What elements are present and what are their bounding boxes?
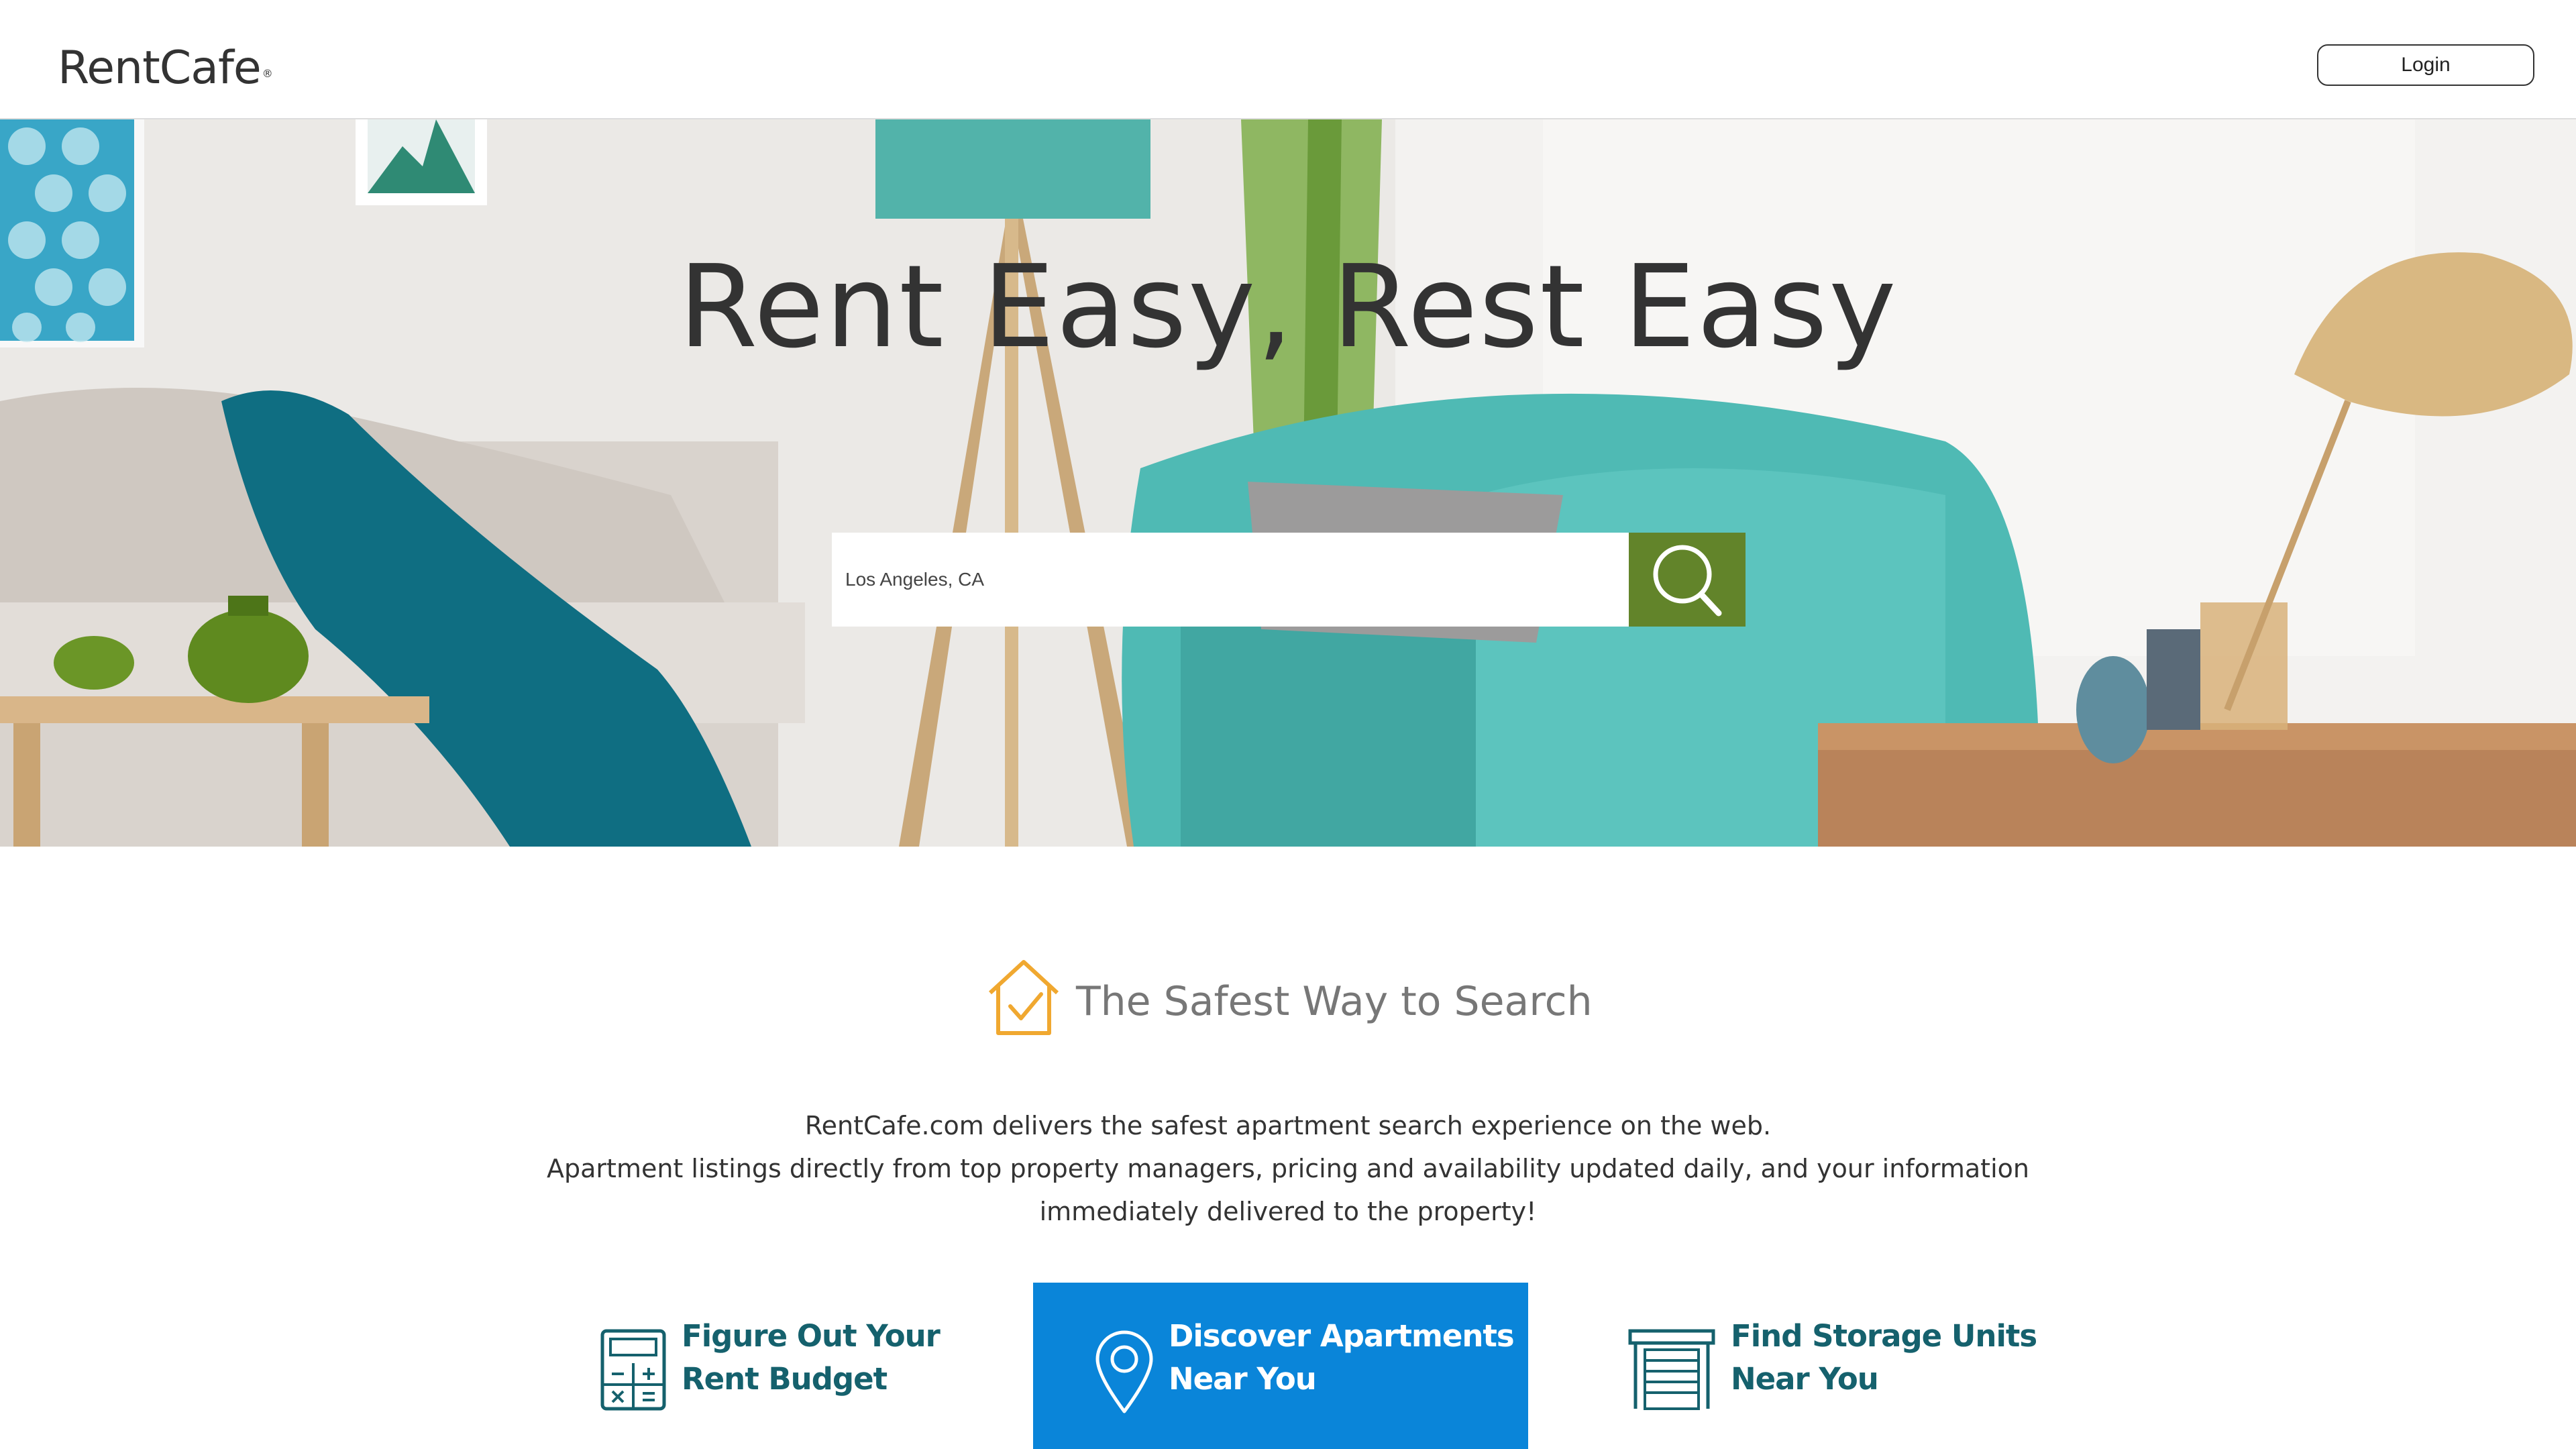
rent-budget-link[interactable]: Figure Out Your Rent Budget xyxy=(577,1283,979,1449)
description-line-3: immediately delivered to the property! xyxy=(1039,1197,1537,1226)
search-button[interactable] xyxy=(1629,533,1746,627)
location-search-input[interactable]: Los Angeles, CA xyxy=(845,533,984,627)
storage-units-label: Find Storage Units Near You xyxy=(1731,1315,2037,1401)
rentcafe-logo[interactable]: RentCafe ® xyxy=(58,42,273,95)
search-icon xyxy=(1653,545,1722,616)
description-line-2: Apartment listings directly from top pro… xyxy=(547,1154,2029,1183)
storage-unit-icon xyxy=(1628,1329,1715,1410)
safest-way-title: The Safest Way to Search xyxy=(1076,978,1593,1025)
house-check-icon xyxy=(988,960,1059,1035)
location-search-field[interactable]: Los Angeles, CA xyxy=(832,533,1629,627)
logo-text: RentCafe xyxy=(58,42,262,95)
logo-registered-mark: ® xyxy=(262,67,273,80)
rent-budget-line-1: Figure Out Your xyxy=(682,1318,941,1354)
safest-way-description: RentCafe.com delivers the safest apartme… xyxy=(510,1104,2066,1233)
rent-budget-label: Figure Out Your Rent Budget xyxy=(682,1315,941,1401)
calculator-icon xyxy=(600,1329,666,1411)
safest-way-heading: The Safest Way to Search xyxy=(0,953,2576,1046)
living-room-background-image xyxy=(0,119,2576,847)
site-header: RentCafe ® Login xyxy=(0,0,2576,119)
description-line-1: RentCafe.com delivers the safest apartme… xyxy=(804,1111,1772,1140)
discover-apartments-label: Discover Apartments Near You xyxy=(1169,1315,1515,1401)
hero-title: Rent Easy, Rest Easy xyxy=(678,241,1898,374)
discover-apartments-line-1: Discover Apartments xyxy=(1169,1318,1515,1354)
login-button[interactable]: Login xyxy=(2317,44,2534,86)
storage-units-line-2: Near You xyxy=(1731,1361,1879,1397)
hero-banner: Rent Easy, Rest Easy Los Angeles, CA xyxy=(0,119,2576,847)
discover-apartments-line-2: Near You xyxy=(1169,1361,1317,1397)
rent-budget-line-2: Rent Budget xyxy=(682,1361,888,1397)
storage-units-line-1: Find Storage Units xyxy=(1731,1318,2037,1354)
discover-apartments-link[interactable]: Discover Apartments Near You xyxy=(1033,1283,1528,1449)
map-pin-icon xyxy=(1095,1330,1153,1413)
storage-units-link[interactable]: Find Storage Units Near You xyxy=(1610,1283,2039,1449)
